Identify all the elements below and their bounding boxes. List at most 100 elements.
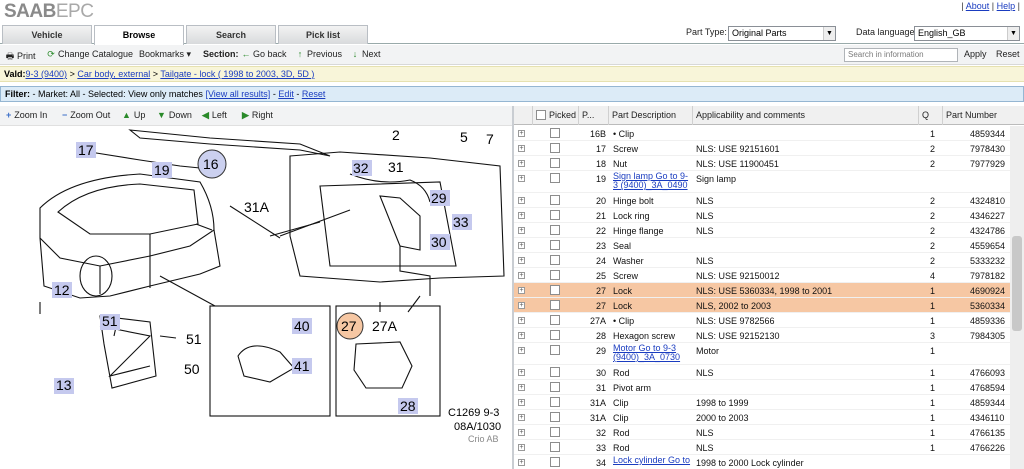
callout[interactable]: 2 xyxy=(392,127,400,143)
print-button[interactable]: 🖶 Print xyxy=(5,49,36,65)
expand-icon[interactable]: + xyxy=(518,257,525,264)
col-part-number[interactable]: Part Number xyxy=(942,106,1024,125)
expand-icon[interactable]: + xyxy=(518,272,525,279)
picked-checkbox[interactable] xyxy=(550,345,560,355)
table-row[interactable]: +18 Nut NLS: USE 11900451 2 7977929 xyxy=(514,156,1010,171)
picked-checkbox[interactable] xyxy=(550,457,560,467)
table-row[interactable]: +31A Clip 1998 to 1999 1 4859344 xyxy=(514,395,1010,410)
filter-reset-link[interactable]: Reset xyxy=(302,89,326,99)
table-row[interactable]: +31A Clip 2000 to 2003 1 4346110 xyxy=(514,410,1010,425)
data-language-select[interactable]: English_GB ▼ xyxy=(914,26,1020,41)
callout[interactable]: 27A xyxy=(372,318,398,334)
table-row[interactable]: +22 Hinge flange NLS 2 4324786 xyxy=(514,223,1010,238)
part-description-link[interactable]: Lock cylinder Go to xyxy=(613,455,690,465)
callout[interactable]: 32 xyxy=(352,160,372,176)
table-row[interactable]: +32 Rod NLS 1 4766135 xyxy=(514,425,1010,440)
go-back-button[interactable]: ← Go back xyxy=(241,49,287,59)
picked-checkbox[interactable] xyxy=(550,285,560,295)
expand-icon[interactable]: + xyxy=(518,145,525,152)
picked-checkbox[interactable] xyxy=(550,412,560,422)
view-all-results-link[interactable]: [View all results] xyxy=(205,89,270,99)
col-applicability[interactable]: Applicability and comments xyxy=(692,106,918,125)
table-row[interactable]: +30 Rod NLS 1 4766093 xyxy=(514,365,1010,380)
expand-icon[interactable]: + xyxy=(518,227,525,234)
callout[interactable]: 51 xyxy=(186,331,202,347)
apply-button[interactable]: Apply xyxy=(964,49,987,59)
callout[interactable]: 30 xyxy=(430,234,450,250)
table-row[interactable]: +19 Sign lamp Go to 9-3 (9400)_3A_0490 Sig… xyxy=(514,171,1010,193)
scrollbar-thumb[interactable] xyxy=(1012,236,1022,331)
expand-icon[interactable]: + xyxy=(518,160,525,167)
expand-icon[interactable]: + xyxy=(518,302,525,309)
help-link[interactable]: Help xyxy=(997,1,1016,11)
expand-icon[interactable]: + xyxy=(518,175,525,182)
table-row[interactable]: +29 Motor Go to 9-3 (9400)_3A_0730 Motor 1 xyxy=(514,343,1010,365)
callout[interactable]: 28 xyxy=(398,398,418,414)
tab-pick-list[interactable]: Pick list xyxy=(278,25,368,44)
callout[interactable]: 13 xyxy=(54,377,74,394)
picked-checkbox[interactable] xyxy=(550,240,560,250)
picked-checkbox[interactable] xyxy=(550,143,560,153)
table-row[interactable]: +27 Lock NLS, 2002 to 2003 1 5360334 xyxy=(514,298,1010,313)
table-row[interactable]: +20 Hinge bolt NLS 2 4324810 xyxy=(514,193,1010,208)
picked-checkbox[interactable] xyxy=(550,270,560,280)
callout[interactable]: 33 xyxy=(452,214,472,230)
pan-up-button[interactable]: ▲ Up xyxy=(122,110,145,120)
callout[interactable]: 51 xyxy=(100,313,120,330)
picked-checkbox[interactable] xyxy=(550,255,560,265)
pan-down-button[interactable]: ▼ Down xyxy=(157,110,192,120)
expand-icon[interactable]: + xyxy=(518,287,525,294)
table-row[interactable]: +23 Seal 2 4559654 xyxy=(514,238,1010,253)
picked-checkbox[interactable] xyxy=(550,315,560,325)
zoom-out-button[interactable]: − Zoom Out xyxy=(62,110,110,120)
next-button[interactable]: ↓ Next xyxy=(350,49,381,59)
picked-checkbox[interactable] xyxy=(550,427,560,437)
select-all-checkbox[interactable] xyxy=(536,110,546,120)
part-type-select[interactable]: Original Parts ▼ xyxy=(728,26,836,41)
callout[interactable]: 31A xyxy=(244,199,270,215)
table-row[interactable]: +34 Lock cylinder Go to 1998 to 2000 Lock … xyxy=(514,455,1010,469)
picked-checkbox[interactable] xyxy=(550,397,560,407)
filter-edit-link[interactable]: Edit xyxy=(278,89,294,99)
bookmarks-button[interactable]: Bookmarks ▾ xyxy=(139,49,191,60)
callout[interactable]: 16 xyxy=(197,149,227,179)
picked-checkbox[interactable] xyxy=(550,300,560,310)
callout[interactable]: 40 xyxy=(292,318,312,334)
table-row[interactable]: +21 Lock ring NLS 2 4346227 xyxy=(514,208,1010,223)
table-row[interactable]: +17 Screw NLS: USE 92151601 2 7978430 xyxy=(514,141,1010,156)
expand-icon[interactable]: + xyxy=(518,197,525,204)
picked-checkbox[interactable] xyxy=(550,173,560,183)
expand-icon[interactable]: + xyxy=(518,347,525,354)
tab-browse[interactable]: Browse xyxy=(94,25,184,45)
callout[interactable]: 50 xyxy=(184,361,200,377)
zoom-in-button[interactable]: + Zoom In xyxy=(6,110,47,120)
col-position[interactable]: P... xyxy=(578,106,608,125)
about-link[interactable]: About xyxy=(966,1,990,11)
expand-icon[interactable]: + xyxy=(518,212,525,219)
expand-icon[interactable]: + xyxy=(518,242,525,249)
table-scrollbar[interactable] xyxy=(1010,126,1024,469)
callout[interactable]: 27 xyxy=(336,312,364,340)
expand-icon[interactable]: + xyxy=(518,317,525,324)
picked-checkbox[interactable] xyxy=(550,128,560,138)
table-row[interactable]: +24 Washer NLS 2 5333232 xyxy=(514,253,1010,268)
reset-button[interactable]: Reset xyxy=(996,49,1020,59)
picked-checkbox[interactable] xyxy=(550,330,560,340)
callout[interactable]: 41 xyxy=(292,358,312,374)
part-description-link[interactable]: Sign lamp Go to 9-3 (9400)_3A_0490 xyxy=(613,171,688,190)
tab-vehicle[interactable]: Vehicle xyxy=(2,25,92,44)
breadcrumb-section[interactable]: Tailgate - lock ( 1998 to 2003, 3D, 5D ) xyxy=(160,69,314,79)
callout[interactable]: 12 xyxy=(52,282,72,298)
pan-left-button[interactable]: ◀ Left xyxy=(202,110,227,121)
table-row[interactable]: +28 Hexagon screw NLS: USE 92152130 3 798430… xyxy=(514,328,1010,343)
picked-checkbox[interactable] xyxy=(550,442,560,452)
picked-checkbox[interactable] xyxy=(550,367,560,377)
picked-checkbox[interactable] xyxy=(550,195,560,205)
breadcrumb-group[interactable]: Car body, external xyxy=(77,69,150,79)
expand-icon[interactable]: + xyxy=(518,399,525,406)
table-row[interactable]: +33 Rod NLS 1 4766226 xyxy=(514,440,1010,455)
picked-checkbox[interactable] xyxy=(550,158,560,168)
table-row[interactable]: +25 Screw NLS: USE 92150012 4 7978182 xyxy=(514,268,1010,283)
col-part-description[interactable]: Part Description xyxy=(608,106,692,125)
expand-icon[interactable]: + xyxy=(518,444,525,451)
